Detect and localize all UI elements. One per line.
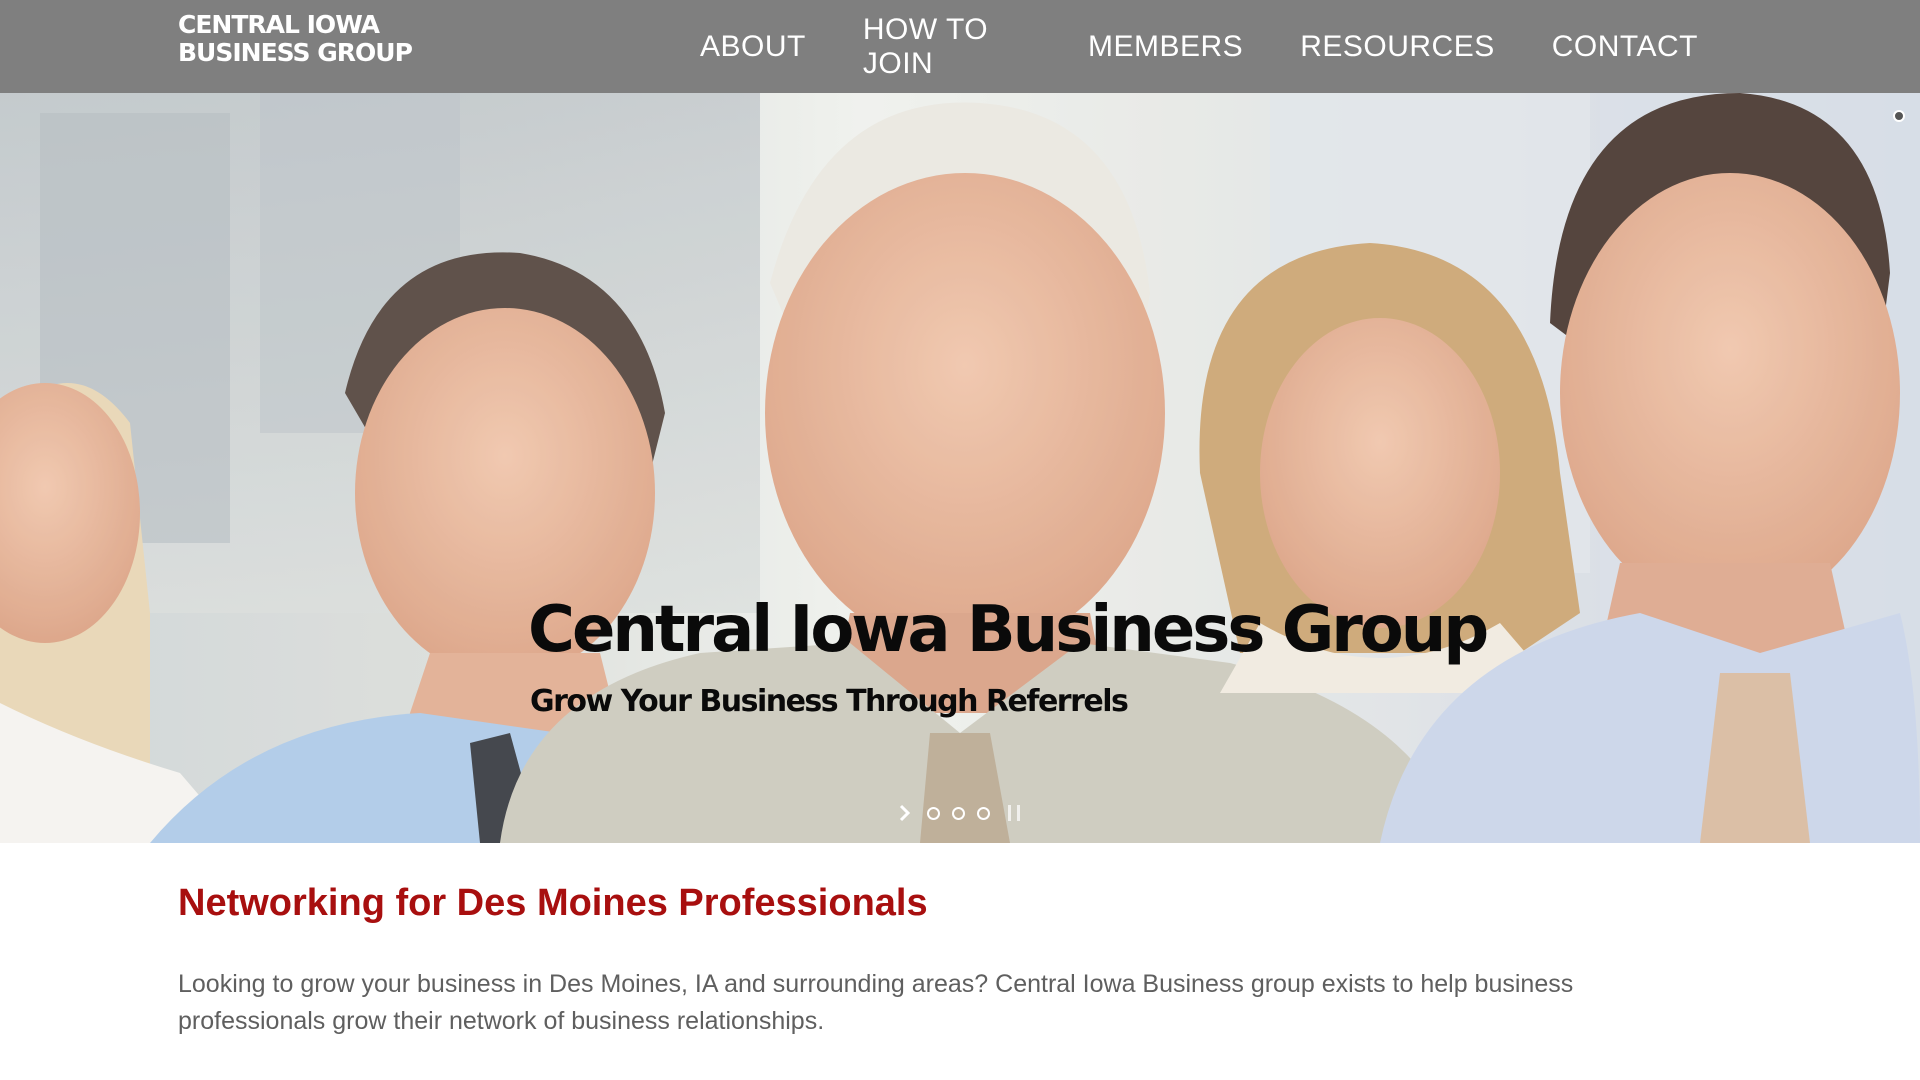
nav-item-about[interactable]: ABOUT [700, 30, 806, 64]
hero-slider: Central Iowa Business Group Grow Your Bu… [0, 93, 1920, 843]
main-nav: ABOUT HOW TO JOIN MEMBERS RESOURCES CONT… [700, 0, 1698, 93]
hero-title: Central Iowa Business Group [528, 593, 1489, 667]
slider-dot-3[interactable] [977, 806, 990, 820]
hero-photo [0, 93, 1920, 843]
hero-subtitle: Grow Your Business Through Referrels [530, 684, 1129, 719]
slider-dot-1[interactable] [927, 806, 940, 820]
slider-dot-2[interactable] [952, 806, 965, 820]
nav-item-members[interactable]: MEMBERS [1088, 30, 1243, 64]
chevron-right-icon[interactable] [895, 803, 915, 823]
site-header: CENTRAL IOWA BUSINESS GROUP ABOUT HOW TO… [0, 0, 1920, 93]
logo-line-1: CENTRAL IOWA [178, 10, 380, 39]
section-body: Looking to grow your business in Des Moi… [178, 970, 1574, 1035]
nav-item-how-to-join[interactable]: HOW TO JOIN [863, 13, 1031, 81]
section-title: Networking for Des Moines Professionals [178, 882, 928, 924]
nav-item-resources[interactable]: RESOURCES [1300, 30, 1495, 64]
scroll-indicator-dot[interactable] [1893, 110, 1905, 122]
slider-controls [895, 803, 1020, 823]
site-logo[interactable]: CENTRAL IOWA BUSINESS GROUP [178, 10, 413, 67]
pause-icon[interactable] [1008, 805, 1020, 821]
nav-item-contact[interactable]: CONTACT [1552, 30, 1698, 64]
logo-line-2: BUSINESS GROUP [178, 38, 413, 67]
